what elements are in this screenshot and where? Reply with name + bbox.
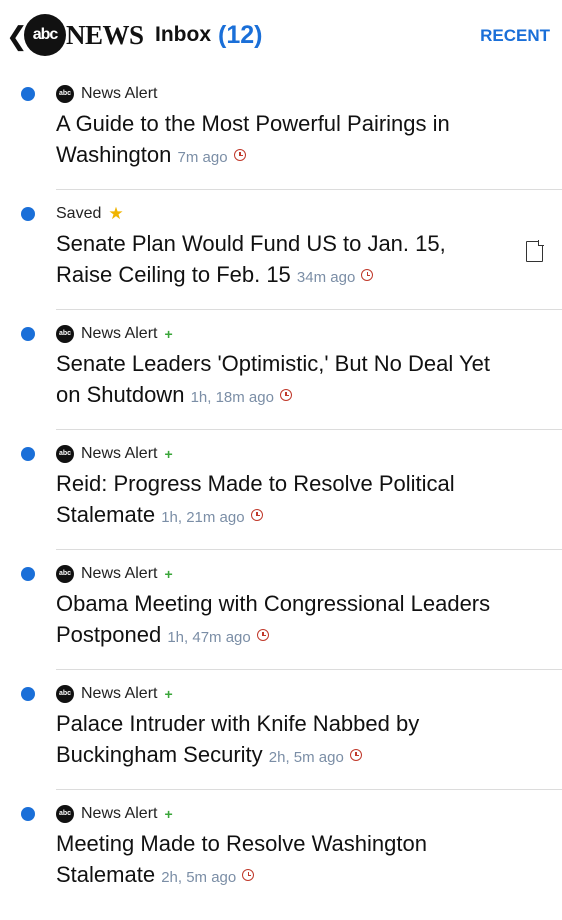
item-source: News Alert — [81, 85, 158, 102]
clock-icon — [233, 149, 246, 162]
item-time: 1h, 18m ago — [190, 389, 274, 406]
list-item[interactable]: abc News Alert A Guide to the Most Power… — [0, 70, 562, 190]
item-source: News Alert — [81, 325, 158, 342]
abc-logo-icon: abc — [56, 325, 74, 343]
plus-icon: + — [164, 686, 173, 702]
item-source: News Alert — [81, 565, 158, 582]
plus-icon: + — [164, 326, 173, 342]
item-headline[interactable]: A Guide to the Most Powerful Pairings in… — [56, 108, 501, 173]
clock-icon — [250, 509, 263, 522]
item-source: News Alert — [81, 685, 158, 702]
headline-text: Meeting Made to Resolve Washington Stale… — [56, 831, 427, 887]
abc-logo-icon: abc — [56, 445, 74, 463]
abc-logo-icon: abc — [56, 685, 74, 703]
clock-icon — [256, 629, 269, 642]
headline-text: Obama Meeting with Congressional Leaders… — [56, 591, 491, 647]
alert-list: abc News Alert A Guide to the Most Power… — [0, 70, 562, 920]
plus-icon: + — [164, 446, 173, 462]
item-source: Saved — [56, 205, 102, 222]
inbox-title: Inbox — [155, 23, 211, 46]
recent-sort-button[interactable]: RECENT — [480, 24, 550, 48]
clock-icon — [279, 389, 292, 402]
list-item[interactable]: Saved ★ Senate Plan Would Fund US to Jan… — [0, 190, 562, 310]
plus-icon: + — [164, 566, 173, 582]
item-meta: abc News Alert + — [56, 323, 173, 345]
list-item[interactable]: abc News Alert + Obama Meeting with Cong… — [0, 550, 562, 670]
item-time: 2h, 5m ago — [268, 749, 344, 766]
item-meta: abc News Alert + — [56, 683, 173, 705]
app-header: ❮ abc NEWS Inbox (12) RECENT — [0, 0, 562, 70]
item-headline[interactable]: Palace Intruder with Knife Nabbed by Buc… — [56, 708, 501, 773]
list-item[interactable]: abc News Alert + Senate Leaders 'Optimis… — [0, 310, 562, 430]
item-meta: abc News Alert + — [56, 443, 173, 465]
unread-dot — [21, 567, 35, 581]
abc-logo-icon: abc — [56, 565, 74, 583]
list-item[interactable]: abc News Alert + Reid: Progress Made to … — [0, 430, 562, 550]
item-meta: abc News Alert + — [56, 803, 173, 825]
item-meta: abc News Alert + — [56, 563, 173, 585]
headline-text: A Guide to the Most Powerful Pairings in… — [56, 111, 450, 167]
item-headline[interactable]: Obama Meeting with Congressional Leaders… — [56, 588, 501, 653]
item-headline[interactable]: Reid: Progress Made to Resolve Political… — [56, 468, 501, 533]
plus-icon: + — [164, 806, 173, 822]
item-source: News Alert — [81, 445, 158, 462]
item-meta: abc News Alert — [56, 83, 157, 105]
item-headline[interactable]: Meeting Made to Resolve Washington Stale… — [56, 828, 501, 893]
unread-dot — [21, 687, 35, 701]
unread-dot — [21, 207, 35, 221]
item-time: 34m ago — [296, 269, 356, 286]
document-icon[interactable] — [526, 240, 544, 262]
item-headline[interactable]: Senate Plan Would Fund US to Jan. 15, Ra… — [56, 228, 501, 293]
headline-text: Palace Intruder with Knife Nabbed by Buc… — [56, 711, 420, 767]
item-headline[interactable]: Senate Leaders 'Optimistic,' But No Deal… — [56, 348, 501, 413]
star-icon: ★ — [108, 204, 124, 223]
clock-icon — [349, 749, 362, 762]
abc-logo-icon: abc — [56, 805, 74, 823]
unread-dot — [21, 447, 35, 461]
item-time: 7m ago — [177, 149, 228, 166]
item-time: 1h, 47m ago — [167, 629, 251, 646]
item-time: 2h, 5m ago — [161, 869, 237, 886]
unread-dot — [21, 327, 35, 341]
list-item[interactable]: abc News Alert + Palace Intruder with Kn… — [0, 670, 562, 790]
brand-wordmark: NEWS — [66, 20, 144, 50]
unread-dot — [21, 807, 35, 821]
unread-dot — [21, 87, 35, 101]
abc-logo-icon: abc — [56, 85, 74, 103]
headline-text: Senate Plan Would Fund US to Jan. 15, Ra… — [56, 231, 446, 287]
item-time: 1h, 21m ago — [161, 509, 245, 526]
clock-icon — [361, 269, 374, 282]
item-source: News Alert — [81, 805, 158, 822]
list-item[interactable]: abc News Alert + Meeting Made to Resolve… — [0, 790, 562, 920]
item-meta: Saved ★ — [56, 203, 124, 225]
abc-logo: abc — [24, 14, 66, 56]
clock-icon — [242, 869, 255, 882]
inbox-count: (12) — [218, 21, 263, 49]
